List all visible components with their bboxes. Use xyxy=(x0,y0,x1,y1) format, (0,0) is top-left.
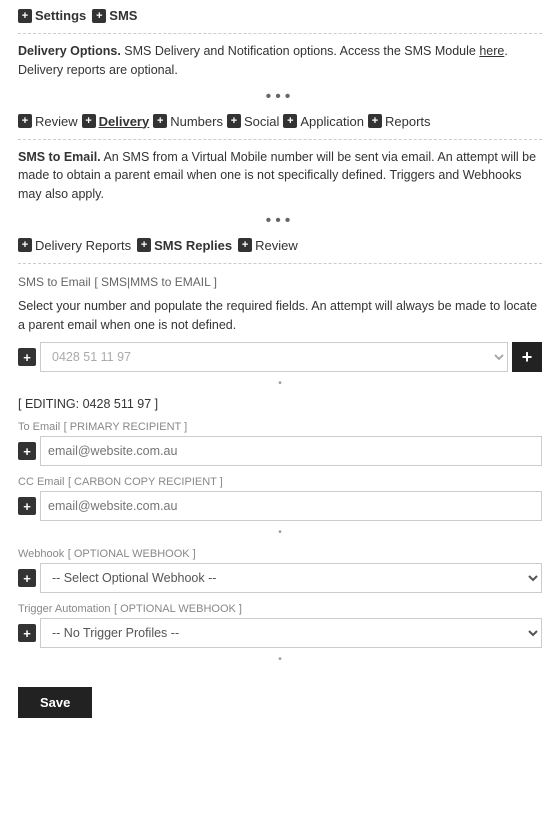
sub-nav-tabs: + Delivery Reports + SMS Replies + Revie… xyxy=(18,234,542,257)
tab-review-label: Review xyxy=(35,114,78,129)
sms-email-description: SMS to Email. An SMS from a Virtual Mobi… xyxy=(18,148,542,204)
tab-review-icon: + xyxy=(18,114,32,128)
subtab-delivery-reports-label: Delivery Reports xyxy=(35,238,131,253)
settings-label: Settings xyxy=(35,8,86,23)
to-email-label: To Email [ PRIMARY RECIPIENT ] xyxy=(18,419,542,433)
divider-1 xyxy=(18,33,542,34)
divider-2 xyxy=(18,139,542,140)
tab-numbers-label: Numbers xyxy=(170,114,223,129)
trigger-row: + -- No Trigger Profiles -- xyxy=(18,618,542,648)
webhook-bracket: [ OPTIONAL WEBHOOK ] xyxy=(68,548,196,560)
cc-email-bracket: [ CARBON COPY RECIPIENT ] xyxy=(68,476,223,488)
subtab-review[interactable]: + Review xyxy=(238,238,298,253)
cc-email-input[interactable] xyxy=(40,491,542,521)
tab-review[interactable]: + Review xyxy=(18,114,78,129)
trigger-select[interactable]: -- No Trigger Profiles -- xyxy=(40,618,542,648)
trigger-plus-icon: + xyxy=(18,624,36,642)
main-nav-tabs: + Review + Delivery + Numbers + Social +… xyxy=(18,110,542,133)
webhook-row: + -- Select Optional Webhook -- xyxy=(18,563,542,593)
subtab-sms-replies-icon: + xyxy=(137,238,151,252)
form-title: SMS to Email [ SMS|MMS to EMAIL ] xyxy=(18,274,542,289)
tab-delivery[interactable]: + Delivery xyxy=(82,114,150,129)
sms-label: SMS xyxy=(109,8,137,23)
number-select[interactable]: 0428 51 11 97 xyxy=(40,342,508,372)
tab-application-icon: + xyxy=(283,114,297,128)
page-wrapper: + Settings + SMS Delivery Options. SMS D… xyxy=(0,0,560,730)
webhook-label: Webhook [ OPTIONAL WEBHOOK ] xyxy=(18,546,542,560)
tab-numbers[interactable]: + Numbers xyxy=(153,114,223,129)
sms-plus-icon: + xyxy=(92,9,106,23)
add-number-button[interactable]: + xyxy=(512,342,542,372)
to-email-bracket: [ PRIMARY RECIPIENT ] xyxy=(64,421,187,433)
ellipsis-2: ••• xyxy=(18,212,542,230)
tab-delivery-label: Delivery xyxy=(99,114,150,129)
to-email-plus-icon: + xyxy=(18,442,36,460)
tab-delivery-icon: + xyxy=(82,114,96,128)
save-button[interactable]: Save xyxy=(18,687,92,718)
top-bar: + Settings + SMS xyxy=(18,0,542,27)
to-email-input[interactable] xyxy=(40,436,542,466)
form-description: Select your number and populate the requ… xyxy=(18,297,542,335)
editing-label: [ EDITING: 0428 511 97 ] xyxy=(18,397,542,411)
trigger-label: Trigger Automation [ OPTIONAL WEBHOOK ] xyxy=(18,601,542,615)
dot-2: • xyxy=(18,527,542,538)
subtab-review-label: Review xyxy=(255,238,298,253)
trigger-bracket: [ OPTIONAL WEBHOOK ] xyxy=(114,603,242,615)
dot-3: • xyxy=(18,654,542,665)
settings-plus-icon: + xyxy=(18,9,32,23)
settings-tab[interactable]: + Settings xyxy=(18,8,86,23)
subtab-delivery-reports-icon: + xyxy=(18,238,32,252)
cc-email-plus-icon: + xyxy=(18,497,36,515)
form-title-bracket: [ SMS|MMS to EMAIL ] xyxy=(94,275,217,289)
delivery-options-text: Delivery Options. SMS Delivery and Notif… xyxy=(18,42,542,80)
subtab-sms-replies-label: SMS Replies xyxy=(154,238,232,253)
form-title-text: SMS to Email xyxy=(18,275,91,289)
tab-social[interactable]: + Social xyxy=(227,114,279,129)
subtab-sms-replies[interactable]: + SMS Replies xyxy=(137,238,232,253)
dot-1: • xyxy=(18,378,542,389)
tab-social-icon: + xyxy=(227,114,241,128)
number-select-row: + 0428 51 11 97 + xyxy=(18,342,542,372)
tab-reports-label: Reports xyxy=(385,114,431,129)
sms-tab[interactable]: + SMS xyxy=(92,8,137,23)
webhook-select[interactable]: -- Select Optional Webhook -- xyxy=(40,563,542,593)
tab-application-label: Application xyxy=(300,114,364,129)
here-link[interactable]: here xyxy=(479,44,504,58)
cc-email-row: + xyxy=(18,491,542,521)
cc-email-label: CC Email [ CARBON COPY RECIPIENT ] xyxy=(18,474,542,488)
divider-3 xyxy=(18,263,542,264)
subtab-review-icon: + xyxy=(238,238,252,252)
tab-application[interactable]: + Application xyxy=(283,114,364,129)
number-plus-icon: + xyxy=(18,348,36,366)
subtab-delivery-reports[interactable]: + Delivery Reports xyxy=(18,238,131,253)
to-email-row: + xyxy=(18,436,542,466)
tab-numbers-icon: + xyxy=(153,114,167,128)
ellipsis-1: ••• xyxy=(18,88,542,106)
tab-reports-icon: + xyxy=(368,114,382,128)
tab-reports[interactable]: + Reports xyxy=(368,114,431,129)
webhook-plus-icon: + xyxy=(18,569,36,587)
tab-social-label: Social xyxy=(244,114,279,129)
